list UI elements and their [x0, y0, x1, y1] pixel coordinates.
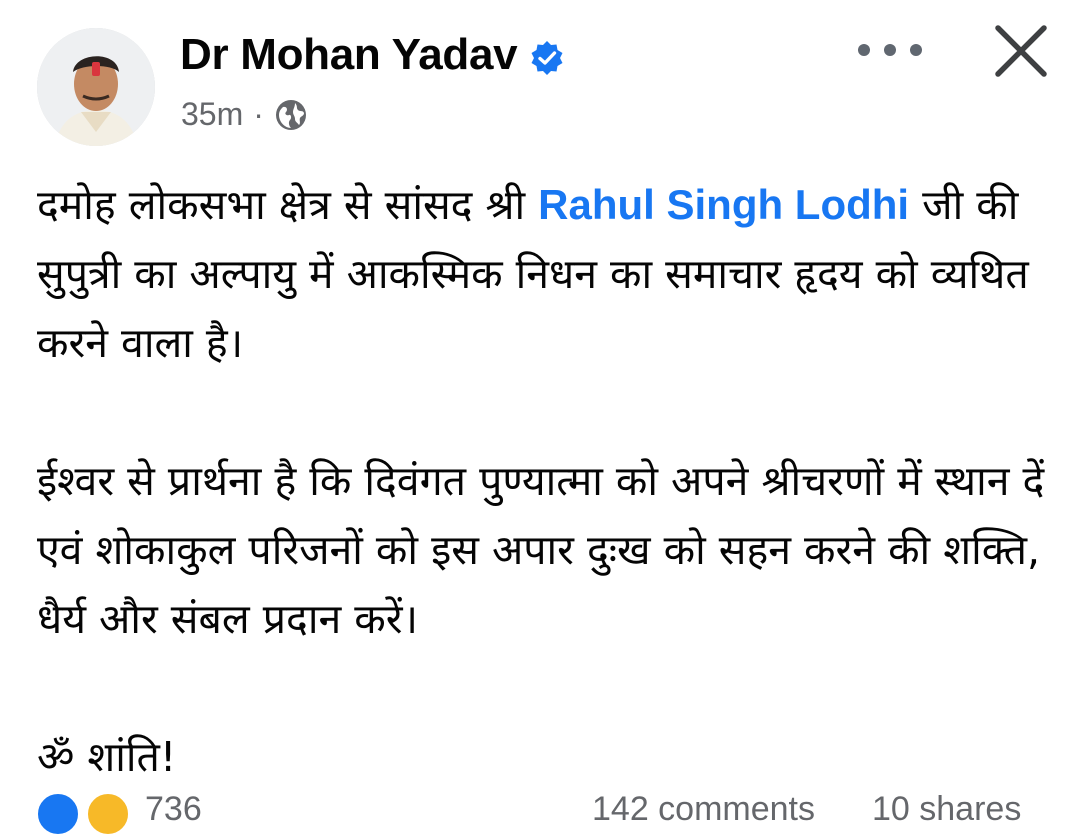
post-footer: 736 142 comments 10 shares: [0, 790, 1080, 836]
paragraph-1-text-start: दमोह लोकसभा क्षेत्र से सांसद श्री: [37, 181, 539, 229]
globe-icon[interactable]: [274, 98, 308, 132]
avatar-image: [37, 28, 155, 146]
post-meta: 35m ·: [181, 96, 308, 133]
more-dot: [884, 44, 896, 56]
more-dot: [910, 44, 922, 56]
post-header: Dr Mohan Yadav 35m ·: [0, 0, 1080, 150]
post-time[interactable]: 35m: [181, 96, 243, 133]
sad-reaction-icon[interactable]: [86, 792, 130, 836]
post-paragraph-3: ॐ शांति!: [37, 733, 177, 781]
post-paragraph-1: दमोह लोकसभा क्षेत्र से सांसद श्री Rahul …: [37, 170, 1067, 378]
author-name[interactable]: Dr Mohan Yadav: [180, 30, 565, 80]
like-reaction-icon[interactable]: [36, 792, 80, 836]
author-avatar[interactable]: [37, 28, 155, 146]
post-paragraph-2: ईश्वर से प्रार्थना है कि दिवंगत पुण्यात्…: [37, 457, 1045, 643]
close-icon[interactable]: [992, 22, 1050, 80]
author-name-text[interactable]: Dr Mohan Yadav: [180, 30, 518, 80]
more-options-icon[interactable]: [858, 30, 922, 70]
verified-badge-icon: [529, 37, 565, 75]
more-dot: [858, 44, 870, 56]
mention-link[interactable]: Rahul Singh Lodhi: [538, 181, 909, 228]
meta-separator: ·: [253, 96, 264, 132]
post-body: दमोह लोकसभा क्षेत्र से सांसद श्री Rahul …: [37, 170, 1067, 792]
